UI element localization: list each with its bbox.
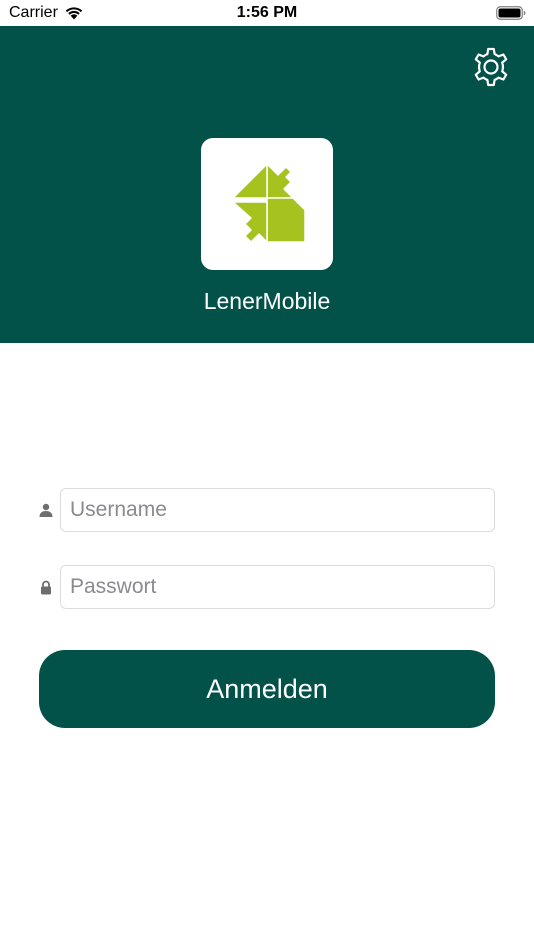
login-button[interactable]: Anmelden <box>39 650 495 728</box>
username-row <box>38 488 495 532</box>
settings-button[interactable] <box>470 46 512 88</box>
house-logo-icon <box>232 163 306 243</box>
app-logo <box>201 138 333 270</box>
status-time: 1:56 PM <box>236 4 298 21</box>
password-input[interactable] <box>60 565 495 609</box>
header: LenerMobile <box>0 26 534 343</box>
status-bar: Carrier 1:56 PM <box>0 0 534 26</box>
lock-icon <box>38 578 54 596</box>
login-screen: Carrier 1:56 PM LenerMobile Username Anm… <box>0 0 534 950</box>
user-icon <box>38 501 54 519</box>
gear-icon <box>474 47 508 87</box>
app-name: LenerMobile <box>203 288 331 314</box>
battery-icon <box>496 6 526 20</box>
password-row <box>38 565 495 609</box>
username-input[interactable] <box>60 488 495 532</box>
